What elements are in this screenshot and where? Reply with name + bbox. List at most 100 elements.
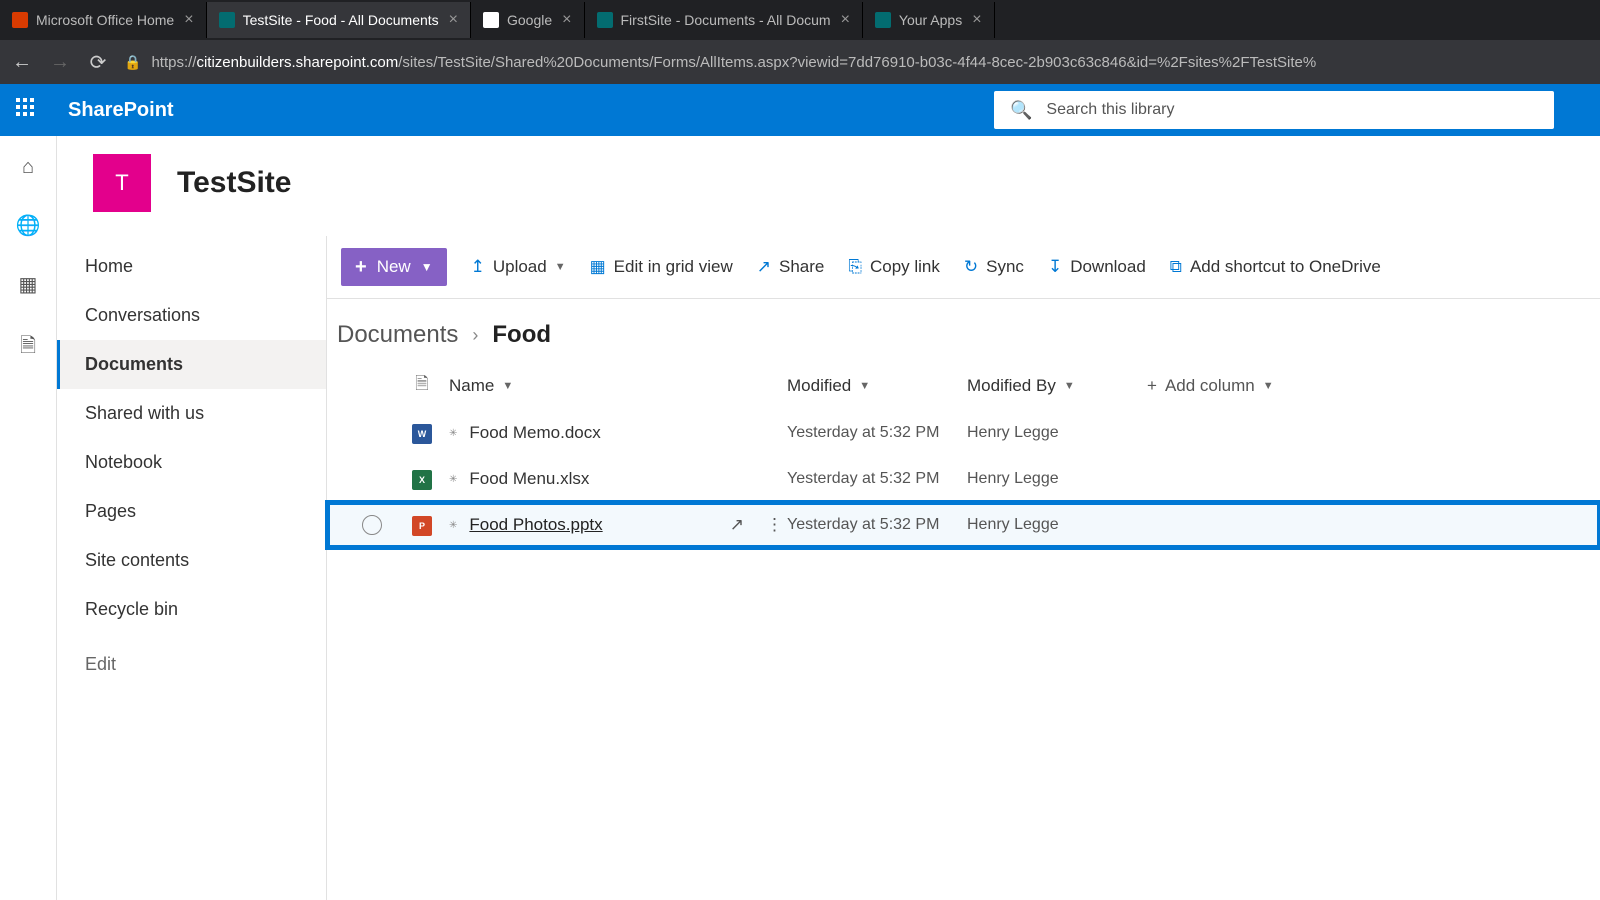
- modified-column[interactable]: Modified▼: [787, 376, 967, 396]
- file-modified: Yesterday at 5:32 PM: [787, 424, 967, 442]
- new-label: New: [377, 257, 411, 277]
- upload-button[interactable]: ↥Upload▼: [471, 257, 566, 277]
- reload-button[interactable]: ⟳: [86, 50, 110, 75]
- home-icon[interactable]: ⌂: [22, 156, 34, 179]
- file-name[interactable]: Food Memo.docx: [469, 423, 600, 443]
- excel-file-icon: X: [412, 470, 432, 490]
- file-modified: Yesterday at 5:32 PM: [787, 470, 967, 488]
- share-icon: ↗: [757, 257, 771, 277]
- grid-icon: ▦: [590, 257, 606, 277]
- close-icon[interactable]: ×: [972, 11, 981, 29]
- shortcut-icon: ⧉: [1170, 257, 1182, 277]
- download-button[interactable]: ↧Download: [1048, 257, 1146, 277]
- browser-tab[interactable]: Your Apps ×: [863, 2, 995, 38]
- left-nav: HomeConversationsDocumentsShared with us…: [57, 236, 327, 900]
- breadcrumb-current: Food: [492, 321, 551, 349]
- browser-address-bar: ← → ⟳ 🔒 https://citizenbuilders.sharepoi…: [0, 40, 1600, 84]
- link-icon: ⎘: [848, 257, 862, 277]
- chevron-down-icon: ▼: [555, 261, 566, 273]
- leftnav-edit[interactable]: Edit: [57, 640, 326, 689]
- chevron-down-icon: ▼: [1263, 380, 1274, 392]
- new-indicator-icon: ✳: [449, 474, 457, 485]
- select-toggle[interactable]: [362, 515, 382, 535]
- command-bar: + New ▼ ↥Upload▼ ▦Edit in grid view ↗Sha…: [327, 236, 1600, 299]
- file-row[interactable]: P ✳ Food Photos.pptx ↗ ⋮ Yesterday at 5:…: [327, 502, 1600, 548]
- file-row[interactable]: X ✳ Food Menu.xlsx ↗ ⋮ Yesterday at 5:32…: [327, 456, 1600, 502]
- tab-title: Your Apps: [899, 12, 962, 28]
- browser-tab[interactable]: TestSite - Food - All Documents ×: [207, 2, 471, 38]
- add-shortcut-button[interactable]: ⧉Add shortcut to OneDrive: [1170, 257, 1381, 277]
- leftnav-item[interactable]: Home: [57, 242, 326, 291]
- new-indicator-icon: ✳: [449, 428, 457, 439]
- word-file-icon: W: [412, 424, 432, 444]
- more-icon[interactable]: ⋮: [766, 515, 783, 535]
- share-button[interactable]: ↗Share: [757, 257, 825, 277]
- filetype-column-icon[interactable]: 🗎: [407, 371, 437, 400]
- app-launcher-icon[interactable]: [16, 98, 40, 122]
- copy-link-button[interactable]: ⎘Copy link: [848, 257, 940, 277]
- site-name[interactable]: TestSite: [177, 166, 291, 200]
- tab-favicon: [483, 12, 499, 28]
- leftnav-item[interactable]: Recycle bin: [57, 585, 326, 634]
- suite-bar: SharePoint 🔍 Search this library: [0, 84, 1600, 136]
- tab-title: FirstSite - Documents - All Docum: [621, 12, 831, 28]
- chevron-down-icon: ▼: [859, 380, 870, 392]
- forward-button[interactable]: →: [48, 51, 72, 74]
- modified-by-column[interactable]: Modified By▼: [967, 376, 1147, 396]
- leftnav-item[interactable]: Documents: [57, 340, 326, 389]
- site-header: T TestSite: [57, 136, 1600, 236]
- tab-title: Google: [507, 12, 552, 28]
- new-indicator-icon: ✳: [449, 520, 457, 531]
- download-icon: ↧: [1048, 257, 1062, 277]
- browser-tab[interactable]: FirstSite - Documents - All Docum ×: [585, 2, 863, 38]
- product-name[interactable]: SharePoint: [68, 99, 174, 122]
- globe-icon[interactable]: 🌐: [16, 213, 41, 238]
- plus-icon: +: [355, 256, 367, 279]
- file-name[interactable]: Food Menu.xlsx: [469, 469, 589, 489]
- new-button[interactable]: + New ▼: [341, 248, 447, 286]
- edit-grid-button[interactable]: ▦Edit in grid view: [590, 257, 733, 277]
- url-text: https://citizenbuilders.sharepoint.com/s…: [151, 54, 1316, 71]
- app-rail: ⌂ 🌐 ▦ 🗎: [0, 136, 57, 900]
- search-box[interactable]: 🔍 Search this library: [994, 91, 1554, 129]
- browser-tab[interactable]: Google ×: [471, 2, 585, 38]
- back-button[interactable]: ←: [10, 51, 34, 74]
- file-modified: Yesterday at 5:32 PM: [787, 516, 967, 534]
- browser-tab[interactable]: Microsoft Office Home ×: [0, 2, 207, 38]
- leftnav-item[interactable]: Conversations: [57, 291, 326, 340]
- close-icon[interactable]: ×: [449, 11, 458, 29]
- add-column-button[interactable]: +Add column▼: [1147, 376, 1327, 396]
- leftnav-item[interactable]: Notebook: [57, 438, 326, 487]
- share-icon[interactable]: ↗: [730, 515, 744, 535]
- tab-favicon: [875, 12, 891, 28]
- tab-favicon: [12, 12, 28, 28]
- lock-icon: 🔒: [124, 54, 141, 71]
- tab-title: Microsoft Office Home: [36, 12, 174, 28]
- tab-favicon: [219, 12, 235, 28]
- close-icon[interactable]: ×: [562, 11, 571, 29]
- breadcrumb: Documents › Food: [327, 299, 1600, 361]
- close-icon[interactable]: ×: [184, 11, 193, 29]
- name-column[interactable]: Name▼: [437, 376, 787, 396]
- breadcrumb-parent[interactable]: Documents: [337, 321, 458, 349]
- file-row[interactable]: W ✳ Food Memo.docx ↗ ⋮ Yesterday at 5:32…: [327, 410, 1600, 456]
- news-icon[interactable]: ▦: [19, 272, 38, 297]
- leftnav-item[interactable]: Site contents: [57, 536, 326, 585]
- column-headers: 🗎 Name▼ Modified▼ Modified By▼ +Add colu…: [327, 361, 1600, 410]
- chevron-down-icon: ▼: [1064, 380, 1075, 392]
- site-logo[interactable]: T: [93, 154, 151, 212]
- leftnav-item[interactable]: Shared with us: [57, 389, 326, 438]
- file-modified-by[interactable]: Henry Legge: [967, 516, 1147, 534]
- leftnav-item[interactable]: Pages: [57, 487, 326, 536]
- chevron-down-icon: ▼: [421, 260, 433, 274]
- files-icon[interactable]: 🗎: [20, 331, 36, 365]
- close-icon[interactable]: ×: [841, 11, 850, 29]
- search-placeholder: Search this library: [1046, 101, 1174, 119]
- file-modified-by[interactable]: Henry Legge: [967, 424, 1147, 442]
- upload-icon: ↥: [471, 257, 485, 277]
- sync-button[interactable]: ↻Sync: [964, 257, 1024, 277]
- file-name[interactable]: Food Photos.pptx: [469, 515, 602, 535]
- url-field[interactable]: 🔒 https://citizenbuilders.sharepoint.com…: [124, 54, 1590, 71]
- plus-icon: +: [1147, 376, 1157, 396]
- file-modified-by[interactable]: Henry Legge: [967, 470, 1147, 488]
